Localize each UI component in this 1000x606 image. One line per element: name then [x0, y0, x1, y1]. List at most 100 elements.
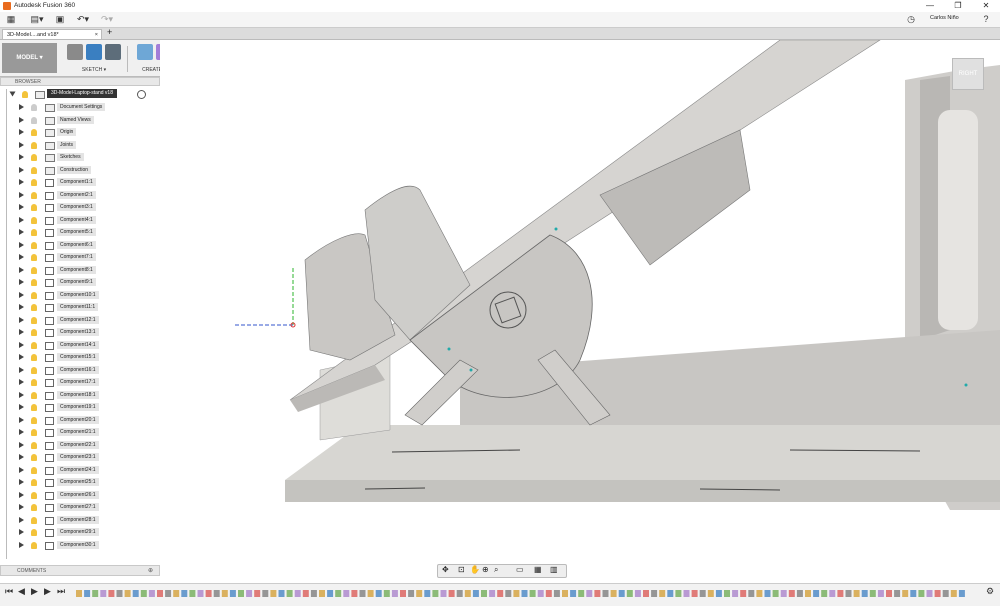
sketch-point[interactable]: [964, 383, 968, 387]
timeline-feature-icon[interactable]: [643, 590, 649, 597]
expand-icon[interactable]: [19, 441, 24, 448]
timeline-feature-icon[interactable]: [513, 590, 520, 597]
visibility-bulb-icon[interactable]: [31, 279, 37, 286]
timeline-feature-icon[interactable]: [197, 590, 204, 597]
browser-tree-item[interactable]: Component14:1: [0, 340, 160, 351]
expand-icon[interactable]: [19, 404, 24, 410]
visibility-bulb-icon[interactable]: [31, 116, 37, 124]
expand-icon[interactable]: [19, 454, 24, 460]
timeline-feature-icon[interactable]: [942, 590, 949, 597]
visibility-bulb-icon[interactable]: [31, 504, 37, 511]
expand-icon[interactable]: [19, 166, 24, 173]
timeline-feature-icon[interactable]: [732, 590, 739, 597]
timeline-feature-icon[interactable]: [610, 590, 617, 597]
timeline-feature-icon[interactable]: [157, 590, 163, 597]
timeline-feature-icon[interactable]: [505, 590, 512, 597]
browser-tree-item[interactable]: Component19:1: [0, 402, 160, 413]
step-forward-icon[interactable]: ▶: [44, 586, 51, 597]
timeline-feature-icon[interactable]: [740, 590, 747, 597]
expand-icon[interactable]: [19, 354, 24, 360]
browser-tree-item[interactable]: Component23:1: [0, 452, 160, 463]
document-tab[interactable]: 3D-Model....and v18* ×: [2, 29, 102, 39]
tool-icon[interactable]: [105, 44, 121, 60]
browser-root-item[interactable]: 3D-Model-Laptop-stand v18: [0, 89, 160, 100]
timeline-features[interactable]: [76, 589, 976, 599]
new-tab-icon[interactable]: +: [107, 27, 112, 37]
browser-tree-item[interactable]: Component15:1: [0, 352, 160, 363]
visibility-bulb-icon[interactable]: [31, 191, 37, 199]
expand-icon[interactable]: [19, 104, 24, 110]
browser-tree-item[interactable]: Component22:1: [0, 440, 160, 451]
save-icon[interactable]: ▣: [54, 13, 66, 25]
timeline-feature-icon[interactable]: [351, 590, 358, 597]
timeline-feature-icon[interactable]: [464, 590, 471, 597]
go-to-start-icon[interactable]: ⏮: [5, 586, 13, 597]
expand-icon[interactable]: [19, 516, 24, 523]
expand-icon[interactable]: [19, 341, 24, 348]
visibility-bulb-icon[interactable]: [22, 91, 28, 98]
step-back-icon[interactable]: ◀: [18, 586, 25, 597]
timeline-feature-icon[interactable]: [707, 590, 714, 597]
timeline-feature-icon[interactable]: [764, 590, 771, 597]
browser-tree-item[interactable]: Component8:1: [0, 265, 160, 276]
expand-icon[interactable]: [19, 129, 24, 135]
timeline-feature-icon[interactable]: [537, 590, 544, 597]
orbit-icon[interactable]: ✥: [442, 565, 449, 574]
fit-icon[interactable]: ⌕: [494, 565, 498, 575]
look-at-icon[interactable]: ⊡: [458, 565, 465, 574]
timeline-feature-icon[interactable]: [715, 590, 722, 597]
timeline-feature-icon[interactable]: [853, 590, 860, 597]
timeline-feature-icon[interactable]: [699, 590, 706, 597]
timeline-feature-icon[interactable]: [724, 590, 730, 597]
visibility-bulb-icon[interactable]: [31, 366, 37, 374]
timeline-feature-icon[interactable]: [229, 590, 236, 597]
timeline-feature-icon[interactable]: [408, 590, 415, 597]
timeline-feature-icon[interactable]: [327, 590, 334, 597]
timeline-feature-icon[interactable]: [400, 590, 406, 597]
timeline-feature-icon[interactable]: [691, 590, 698, 597]
timeline-feature-icon[interactable]: [553, 590, 560, 597]
display-settings-icon[interactable]: ▭: [516, 565, 524, 574]
timeline-feature-icon[interactable]: [124, 590, 131, 597]
visibility-bulb-icon[interactable]: [31, 379, 37, 386]
visibility-bulb-icon[interactable]: [31, 354, 37, 361]
timeline-feature-icon[interactable]: [562, 590, 568, 597]
timeline-feature-icon[interactable]: [829, 590, 836, 597]
visibility-bulb-icon[interactable]: [31, 416, 37, 424]
browser-tree-item[interactable]: Component27:1: [0, 502, 160, 513]
expand-icon[interactable]: [19, 241, 24, 248]
visibility-bulb-icon[interactable]: [31, 491, 37, 499]
timeline-feature-icon[interactable]: [481, 590, 487, 597]
timeline-feature-icon[interactable]: [602, 590, 609, 597]
activate-radio-icon[interactable]: [137, 90, 146, 99]
browser-tree-item[interactable]: Component17:1: [0, 377, 160, 388]
timeline-feature-icon[interactable]: [84, 590, 91, 597]
timeline-feature-icon[interactable]: [343, 590, 350, 597]
timeline-feature-icon[interactable]: [148, 590, 155, 597]
browser-tree-item[interactable]: Component18:1: [0, 390, 160, 401]
expand-icon[interactable]: [19, 391, 24, 398]
browser-tree-item[interactable]: Component25:1: [0, 477, 160, 488]
expand-icon[interactable]: [19, 379, 24, 385]
timeline-feature-icon[interactable]: [521, 590, 528, 597]
visibility-bulb-icon[interactable]: [31, 304, 37, 311]
undo-icon[interactable]: ↶▾: [74, 13, 92, 25]
timeline-feature-icon[interactable]: [634, 590, 641, 597]
timeline-feature-icon[interactable]: [651, 590, 658, 597]
timeline-feature-icon[interactable]: [780, 590, 787, 597]
browser-tree-item[interactable]: Component5:1: [0, 227, 160, 238]
browser-tree-item[interactable]: Component12:1: [0, 315, 160, 326]
timeline-feature-icon[interactable]: [918, 590, 925, 597]
timeline-feature-icon[interactable]: [367, 590, 374, 597]
timeline-feature-icon[interactable]: [432, 590, 439, 597]
timeline-feature-icon[interactable]: [845, 590, 852, 597]
visibility-bulb-icon[interactable]: [31, 179, 37, 186]
timeline-feature-icon[interactable]: [926, 590, 933, 597]
data-panel-grid-icon[interactable]: ▦: [5, 13, 17, 25]
visibility-bulb-icon[interactable]: [31, 204, 37, 211]
timeline-feature-icon[interactable]: [448, 590, 455, 597]
visibility-bulb-icon[interactable]: [31, 241, 37, 249]
timeline-feature-icon[interactable]: [278, 590, 285, 597]
grid-settings-icon[interactable]: ▦: [534, 565, 542, 574]
timeline-feature-icon[interactable]: [189, 590, 196, 597]
